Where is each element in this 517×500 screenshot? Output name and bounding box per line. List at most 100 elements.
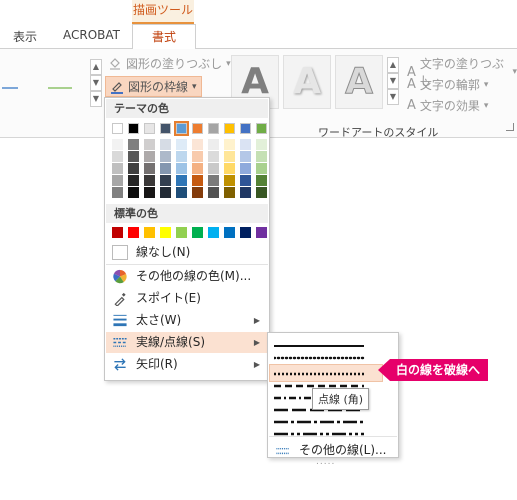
theme-shade-swatch[interactable]: [176, 139, 187, 150]
theme-color-swatch[interactable]: [208, 123, 219, 134]
theme-color-swatch[interactable]: [256, 123, 267, 134]
theme-shade-swatch[interactable]: [256, 139, 267, 150]
standard-color-swatch[interactable]: [256, 227, 267, 238]
no-line-item[interactable]: 線なし(N): [106, 242, 268, 263]
theme-shade-swatch[interactable]: [144, 163, 155, 174]
theme-shade-swatch[interactable]: [128, 139, 139, 150]
theme-shade-swatch[interactable]: [224, 187, 235, 198]
theme-color-swatch[interactable]: [160, 123, 171, 134]
shape-style-preview-line[interactable]: [2, 87, 18, 89]
theme-shade-swatch[interactable]: [224, 175, 235, 186]
dash-style-solid[interactable]: [274, 341, 370, 351]
wordart-style-preset[interactable]: A: [283, 55, 331, 109]
wordart-style-preset[interactable]: A: [335, 55, 383, 109]
standard-color-swatch[interactable]: [224, 227, 235, 238]
shape-outline-button[interactable]: 図形の枠線 ▾: [105, 76, 202, 97]
standard-color-swatch[interactable]: [144, 227, 155, 238]
dialog-launcher-icon[interactable]: [506, 123, 514, 131]
theme-shade-swatch[interactable]: [192, 151, 203, 162]
theme-shade-swatch[interactable]: [112, 139, 123, 150]
theme-shade-swatch[interactable]: [240, 151, 251, 162]
theme-shade-swatch[interactable]: [112, 151, 123, 162]
resize-grip[interactable]: .....: [316, 457, 335, 467]
theme-shade-swatch[interactable]: [224, 163, 235, 174]
dash-style-long-dash-dot[interactable]: [274, 417, 370, 427]
more-line-colors-item[interactable]: その他の線の色(M)...: [106, 266, 268, 287]
theme-shade-swatch[interactable]: [256, 187, 267, 198]
theme-shade-swatch[interactable]: [144, 175, 155, 186]
theme-shade-swatch[interactable]: [240, 163, 251, 174]
tab-view[interactable]: 表示: [13, 28, 37, 45]
theme-shade-swatch[interactable]: [144, 139, 155, 150]
theme-shade-swatch[interactable]: [256, 175, 267, 186]
gallery-scroll-down-button[interactable]: ▼: [90, 75, 102, 91]
wordart-scroll-up-button[interactable]: ▲: [387, 57, 399, 73]
standard-color-swatch[interactable]: [208, 227, 219, 238]
theme-shade-swatch[interactable]: [112, 175, 123, 186]
theme-shade-swatch[interactable]: [112, 163, 123, 174]
theme-shade-swatch[interactable]: [144, 151, 155, 162]
wordart-scroll-down-button[interactable]: ▼: [387, 73, 399, 89]
dash-style-round-dot[interactable]: [274, 353, 370, 363]
theme-shade-swatch[interactable]: [192, 163, 203, 174]
arrows-item[interactable]: 矢印(R) ▶: [106, 354, 268, 375]
theme-shade-swatch[interactable]: [192, 139, 203, 150]
text-outline-button[interactable]: A 文字の輪郭 ▾: [407, 76, 488, 93]
theme-shade-swatch[interactable]: [192, 187, 203, 198]
standard-color-swatch[interactable]: [160, 227, 171, 238]
weight-item[interactable]: 太さ(W) ▶: [106, 310, 268, 331]
theme-shade-swatch[interactable]: [128, 151, 139, 162]
theme-shade-swatch[interactable]: [160, 175, 171, 186]
theme-shade-swatch[interactable]: [128, 163, 139, 174]
theme-color-swatch[interactable]: [128, 123, 139, 134]
standard-color-swatch[interactable]: [112, 227, 123, 238]
theme-shade-swatch[interactable]: [112, 187, 123, 198]
theme-shade-swatch[interactable]: [128, 175, 139, 186]
theme-shade-swatch[interactable]: [208, 139, 219, 150]
tab-acrobat[interactable]: ACROBAT: [63, 28, 120, 42]
theme-shade-swatch[interactable]: [160, 151, 171, 162]
theme-shade-swatch[interactable]: [224, 151, 235, 162]
theme-shade-swatch[interactable]: [208, 187, 219, 198]
standard-color-swatch[interactable]: [240, 227, 251, 238]
theme-color-swatch[interactable]: [224, 123, 235, 134]
theme-shade-swatch[interactable]: [160, 163, 171, 174]
theme-shade-swatch[interactable]: [240, 187, 251, 198]
theme-shade-swatch[interactable]: [128, 187, 139, 198]
gallery-more-button[interactable]: ▼: [90, 91, 102, 107]
theme-color-swatch[interactable]: [240, 123, 251, 134]
theme-shade-swatch[interactable]: [176, 151, 187, 162]
standard-color-swatch[interactable]: [176, 227, 187, 238]
theme-color-swatch[interactable]: [144, 123, 155, 134]
theme-shade-swatch[interactable]: [256, 151, 267, 162]
theme-shade-swatch[interactable]: [176, 175, 187, 186]
theme-color-swatch[interactable]: [112, 123, 123, 134]
theme-shade-swatch[interactable]: [208, 175, 219, 186]
eyedropper-item[interactable]: スポイト(E): [106, 288, 268, 309]
wordart-more-button[interactable]: ▼: [387, 89, 399, 105]
theme-shade-swatch[interactable]: [256, 163, 267, 174]
theme-color-swatch[interactable]: [174, 121, 189, 136]
tab-format[interactable]: 書式: [132, 24, 196, 50]
gallery-scroll-up-button[interactable]: ▲: [90, 59, 102, 75]
standard-color-swatch[interactable]: [192, 227, 203, 238]
theme-shade-swatch[interactable]: [192, 175, 203, 186]
dash-style-long-dash-dot-dot[interactable]: [274, 429, 370, 439]
theme-shade-swatch[interactable]: [240, 175, 251, 186]
dash-style-square-dot[interactable]: [274, 369, 370, 379]
text-effects-button[interactable]: A 文字の効果 ▾: [407, 97, 488, 114]
theme-color-swatch[interactable]: [192, 123, 203, 134]
shape-style-preview-line[interactable]: [48, 87, 72, 89]
theme-shade-swatch[interactable]: [240, 139, 251, 150]
theme-shade-swatch[interactable]: [160, 139, 171, 150]
standard-color-swatch[interactable]: [128, 227, 139, 238]
theme-shade-swatch[interactable]: [176, 187, 187, 198]
shape-fill-button[interactable]: 図形の塗りつぶし ▾: [108, 55, 231, 72]
theme-shade-swatch[interactable]: [160, 187, 171, 198]
theme-shade-swatch[interactable]: [144, 187, 155, 198]
theme-shade-swatch[interactable]: [176, 163, 187, 174]
theme-shade-swatch[interactable]: [208, 163, 219, 174]
theme-shade-swatch[interactable]: [224, 139, 235, 150]
theme-shade-swatch[interactable]: [208, 151, 219, 162]
dashes-item[interactable]: 実線/点線(S) ▶: [106, 332, 268, 353]
